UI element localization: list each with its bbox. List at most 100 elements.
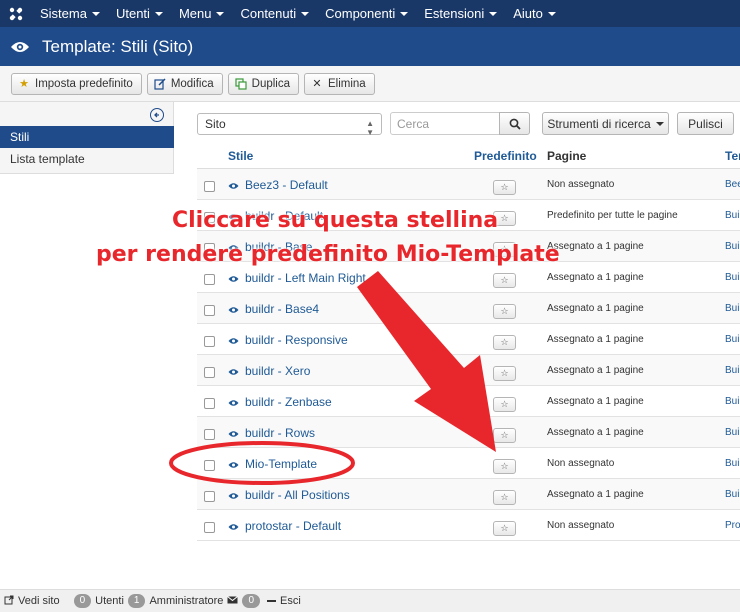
- style-name-link[interactable]: buildr - Zenbase: [245, 395, 332, 409]
- set-default-star-button[interactable]: ☆: [493, 521, 516, 536]
- template-link[interactable]: Buildr: [725, 303, 740, 314]
- eye-icon[interactable]: [228, 365, 239, 379]
- envelope-icon[interactable]: [227, 595, 239, 607]
- set-default-button[interactable]: ★ Imposta predefinito: [11, 72, 142, 95]
- messages-count-badge: 0: [242, 594, 260, 608]
- style-name-link[interactable]: buildr - Left Main Right: [245, 271, 366, 285]
- search-icon: [509, 118, 521, 130]
- search-tools-button[interactable]: Strumenti di ricerca: [542, 112, 669, 135]
- eye-icon[interactable]: [228, 241, 239, 255]
- eye-icon[interactable]: [228, 272, 239, 286]
- table-row: Mio-Template ☆ Non assegnato Buildr: [197, 448, 740, 479]
- set-default-star-button[interactable]: ☆: [493, 304, 516, 319]
- eye-icon[interactable]: [228, 334, 239, 348]
- eye-icon: [10, 40, 32, 54]
- joomla-logo-icon[interactable]: [0, 0, 32, 27]
- style-name-link[interactable]: Beez3 - Default: [245, 178, 328, 192]
- set-default-star-button[interactable]: ☆: [493, 490, 516, 505]
- row-checkbox[interactable]: [204, 398, 215, 409]
- eye-icon[interactable]: [228, 520, 239, 534]
- template-link[interactable]: Buildr: [725, 458, 740, 469]
- style-name-link[interactable]: protostar - Default: [245, 519, 341, 533]
- row-checkbox[interactable]: [204, 460, 215, 471]
- table-row: buildr - Zenbase ☆ Assegnato a 1 pagine Bui…: [197, 386, 740, 417]
- row-checkbox[interactable]: [204, 274, 215, 285]
- chevron-down-icon: [154, 11, 163, 16]
- eye-icon[interactable]: [228, 427, 239, 441]
- nav-sistema[interactable]: Sistema: [32, 0, 108, 27]
- style-name-link[interactable]: Mio-Template: [245, 457, 317, 471]
- chevron-down-icon: [400, 11, 409, 16]
- set-default-star-button[interactable]: ☆: [493, 335, 516, 350]
- row-checkbox[interactable]: [204, 305, 215, 316]
- nav-componenti[interactable]: Componenti: [317, 0, 416, 27]
- table-row: Beez3 - Default ☆ Non assegnato Beez3: [197, 169, 740, 200]
- column-default[interactable]: Predefinito: [474, 149, 537, 163]
- eye-icon[interactable]: [228, 210, 239, 224]
- row-checkbox[interactable]: [204, 212, 215, 223]
- eye-icon[interactable]: [228, 303, 239, 317]
- template-link[interactable]: Buildr: [725, 334, 740, 345]
- delete-button[interactable]: ✕ Elimina: [304, 72, 375, 95]
- row-checkbox[interactable]: [204, 181, 215, 192]
- style-name-link[interactable]: buildr - Responsive: [245, 333, 348, 347]
- eye-icon[interactable]: [228, 489, 239, 503]
- eye-icon[interactable]: [228, 458, 239, 472]
- table-row: buildr - Responsive ☆ Assegnato a 1 pagine…: [197, 324, 740, 355]
- style-name-link[interactable]: buildr - Rows: [245, 426, 315, 440]
- view-site-link[interactable]: Vedi sito: [18, 595, 60, 607]
- eye-icon[interactable]: [228, 396, 239, 410]
- row-checkbox[interactable]: [204, 243, 215, 254]
- set-default-star-button[interactable]: ☆: [493, 459, 516, 474]
- style-name-link[interactable]: buildr - Base4: [245, 302, 319, 316]
- style-name-link[interactable]: buildr - Base: [245, 240, 312, 254]
- template-link[interactable]: Buildr: [725, 365, 740, 376]
- search-input[interactable]: Cerca: [390, 112, 500, 135]
- duplicate-button[interactable]: Duplica: [227, 72, 299, 95]
- row-checkbox[interactable]: [204, 491, 215, 502]
- template-link[interactable]: Buildr: [725, 396, 740, 407]
- pages-assignment: Non assegnato: [547, 520, 615, 531]
- template-link[interactable]: Buildr: [725, 489, 740, 500]
- sidebar-item-stili[interactable]: Stili: [0, 126, 174, 148]
- set-default-star-button[interactable]: ☆: [493, 273, 516, 288]
- column-style[interactable]: Stile: [228, 149, 253, 163]
- eye-icon[interactable]: [228, 179, 239, 193]
- nav-contenuti[interactable]: Contenuti: [232, 0, 317, 27]
- style-name-link[interactable]: buildr - Xero: [245, 364, 310, 378]
- nav-aiuto[interactable]: Aiuto: [505, 0, 564, 27]
- clear-button[interactable]: Pulisci: [677, 112, 734, 135]
- edit-icon: [154, 77, 166, 90]
- search-button[interactable]: [499, 112, 530, 135]
- row-checkbox[interactable]: [204, 367, 215, 378]
- set-default-star-button[interactable]: ☆: [493, 428, 516, 443]
- row-checkbox[interactable]: [204, 336, 215, 347]
- nav-menu[interactable]: Menu: [171, 0, 233, 27]
- collapse-sidebar-icon[interactable]: [150, 108, 164, 122]
- logout-link[interactable]: Esci: [280, 595, 301, 607]
- set-default-star-button[interactable]: ☆: [493, 366, 516, 381]
- pages-assignment: Non assegnato: [547, 179, 615, 190]
- template-link[interactable]: Protostar: [725, 520, 740, 531]
- style-name-link[interactable]: buildr - Default: [245, 209, 323, 223]
- set-default-star-button[interactable]: ☆: [493, 211, 516, 226]
- set-default-star-button[interactable]: ☆: [493, 180, 516, 195]
- template-link[interactable]: Buildr: [725, 427, 740, 438]
- sidebar-item-lista-template[interactable]: Lista template: [0, 148, 174, 170]
- style-name-link[interactable]: buildr - All Positions: [245, 488, 350, 502]
- template-link[interactable]: Buildr: [725, 210, 740, 221]
- edit-button[interactable]: Modifica: [146, 72, 223, 95]
- template-link[interactable]: Beez3: [725, 179, 740, 190]
- client-select[interactable]: Sito ▲ ▼: [197, 113, 382, 137]
- column-template[interactable]: Template: [725, 149, 740, 163]
- template-link[interactable]: Buildr: [725, 241, 740, 252]
- copy-icon: [235, 77, 247, 90]
- set-default-star-button[interactable]: ☆: [493, 242, 516, 257]
- nav-utenti[interactable]: Utenti: [108, 0, 171, 27]
- external-link-icon: [4, 595, 14, 608]
- nav-estensioni[interactable]: Estensioni: [416, 0, 505, 27]
- set-default-star-button[interactable]: ☆: [493, 397, 516, 412]
- row-checkbox[interactable]: [204, 522, 215, 533]
- template-link[interactable]: Buildr: [725, 272, 740, 283]
- row-checkbox[interactable]: [204, 429, 215, 440]
